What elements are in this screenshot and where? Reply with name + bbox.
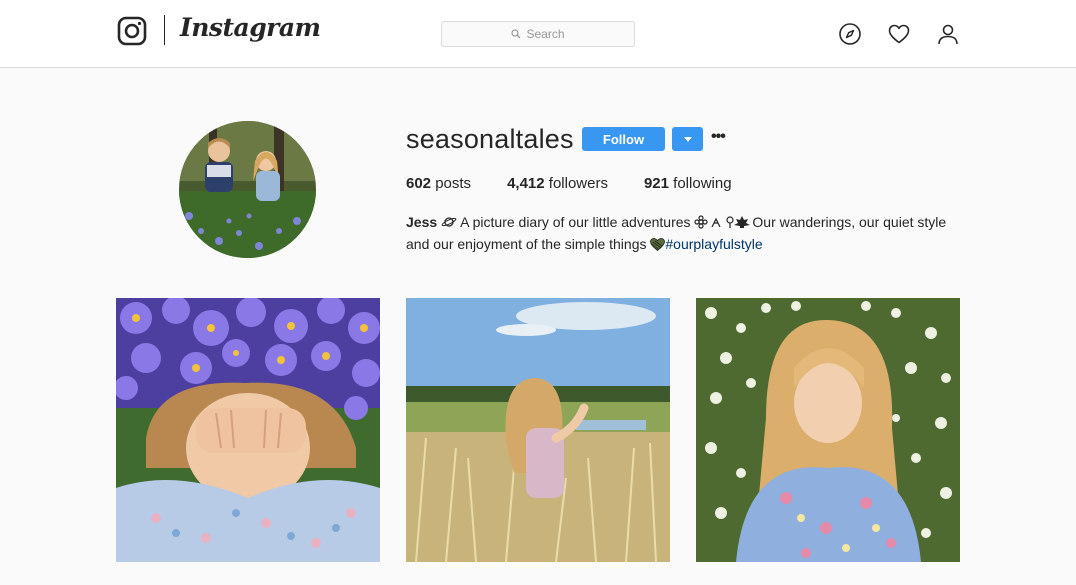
profile-bio: Jess A picture diary of our little adven… (406, 211, 986, 255)
instagram-wordmark-logo[interactable]: Instagram (180, 13, 321, 42)
search-input[interactable]: Search (441, 21, 635, 47)
logo-divider (164, 15, 165, 45)
top-navigation-bar: Instagram Search (0, 0, 1076, 68)
bio-line2: and our enjoyment of the simple things (406, 236, 647, 252)
profile-username: seasonaltales (406, 124, 574, 154)
planet-emoji-icon (441, 217, 457, 227)
posts-label: posts (435, 175, 472, 192)
bio-hashtag-link[interactable]: #ourplayfulstyle (665, 236, 762, 252)
post-image-flowers (116, 298, 380, 562)
flower-emojis-icon (694, 215, 751, 229)
chevron-down-icon (683, 136, 692, 142)
suggested-accounts-dropdown-button[interactable] (672, 127, 703, 151)
posts-count: 602 (406, 175, 432, 192)
following-label: following (673, 175, 732, 192)
following-count: 921 (643, 175, 669, 192)
profile-avatar[interactable] (179, 121, 316, 258)
post-thumbnail-2[interactable] (406, 298, 670, 562)
followers-stat[interactable]: 4,412 followers (507, 175, 608, 192)
more-options-button[interactable]: ••• (711, 128, 729, 148)
search-placeholder: Search (526, 27, 565, 41)
post-image-grass-field (406, 298, 670, 562)
followers-label: followers (548, 175, 608, 192)
follow-button[interactable]: Follow (582, 127, 665, 151)
heart-icon[interactable] (887, 22, 911, 46)
profile-icon[interactable] (936, 22, 960, 46)
posts-stat: 602 posts (406, 175, 471, 192)
search-icon (511, 29, 521, 39)
green-heart-emoji-icon (650, 238, 666, 251)
avatar-photo (179, 121, 316, 258)
profile-stats: 602 posts 4,412 followers 921 following (406, 175, 768, 192)
following-stat[interactable]: 921 following (644, 175, 732, 192)
compass-icon[interactable] (838, 22, 862, 46)
post-thumbnail-3[interactable] (696, 298, 960, 562)
post-image-white-blossoms (696, 298, 960, 562)
instagram-camera-icon[interactable] (117, 16, 147, 46)
bio-name: Jess (406, 214, 438, 230)
bio-line1: A picture diary of our little adventures (460, 214, 691, 230)
bio-line1-tail: Our wanderings, our quiet style (752, 214, 947, 230)
post-thumbnail-1[interactable] (116, 298, 380, 562)
followers-count: 4,412 (507, 175, 545, 192)
